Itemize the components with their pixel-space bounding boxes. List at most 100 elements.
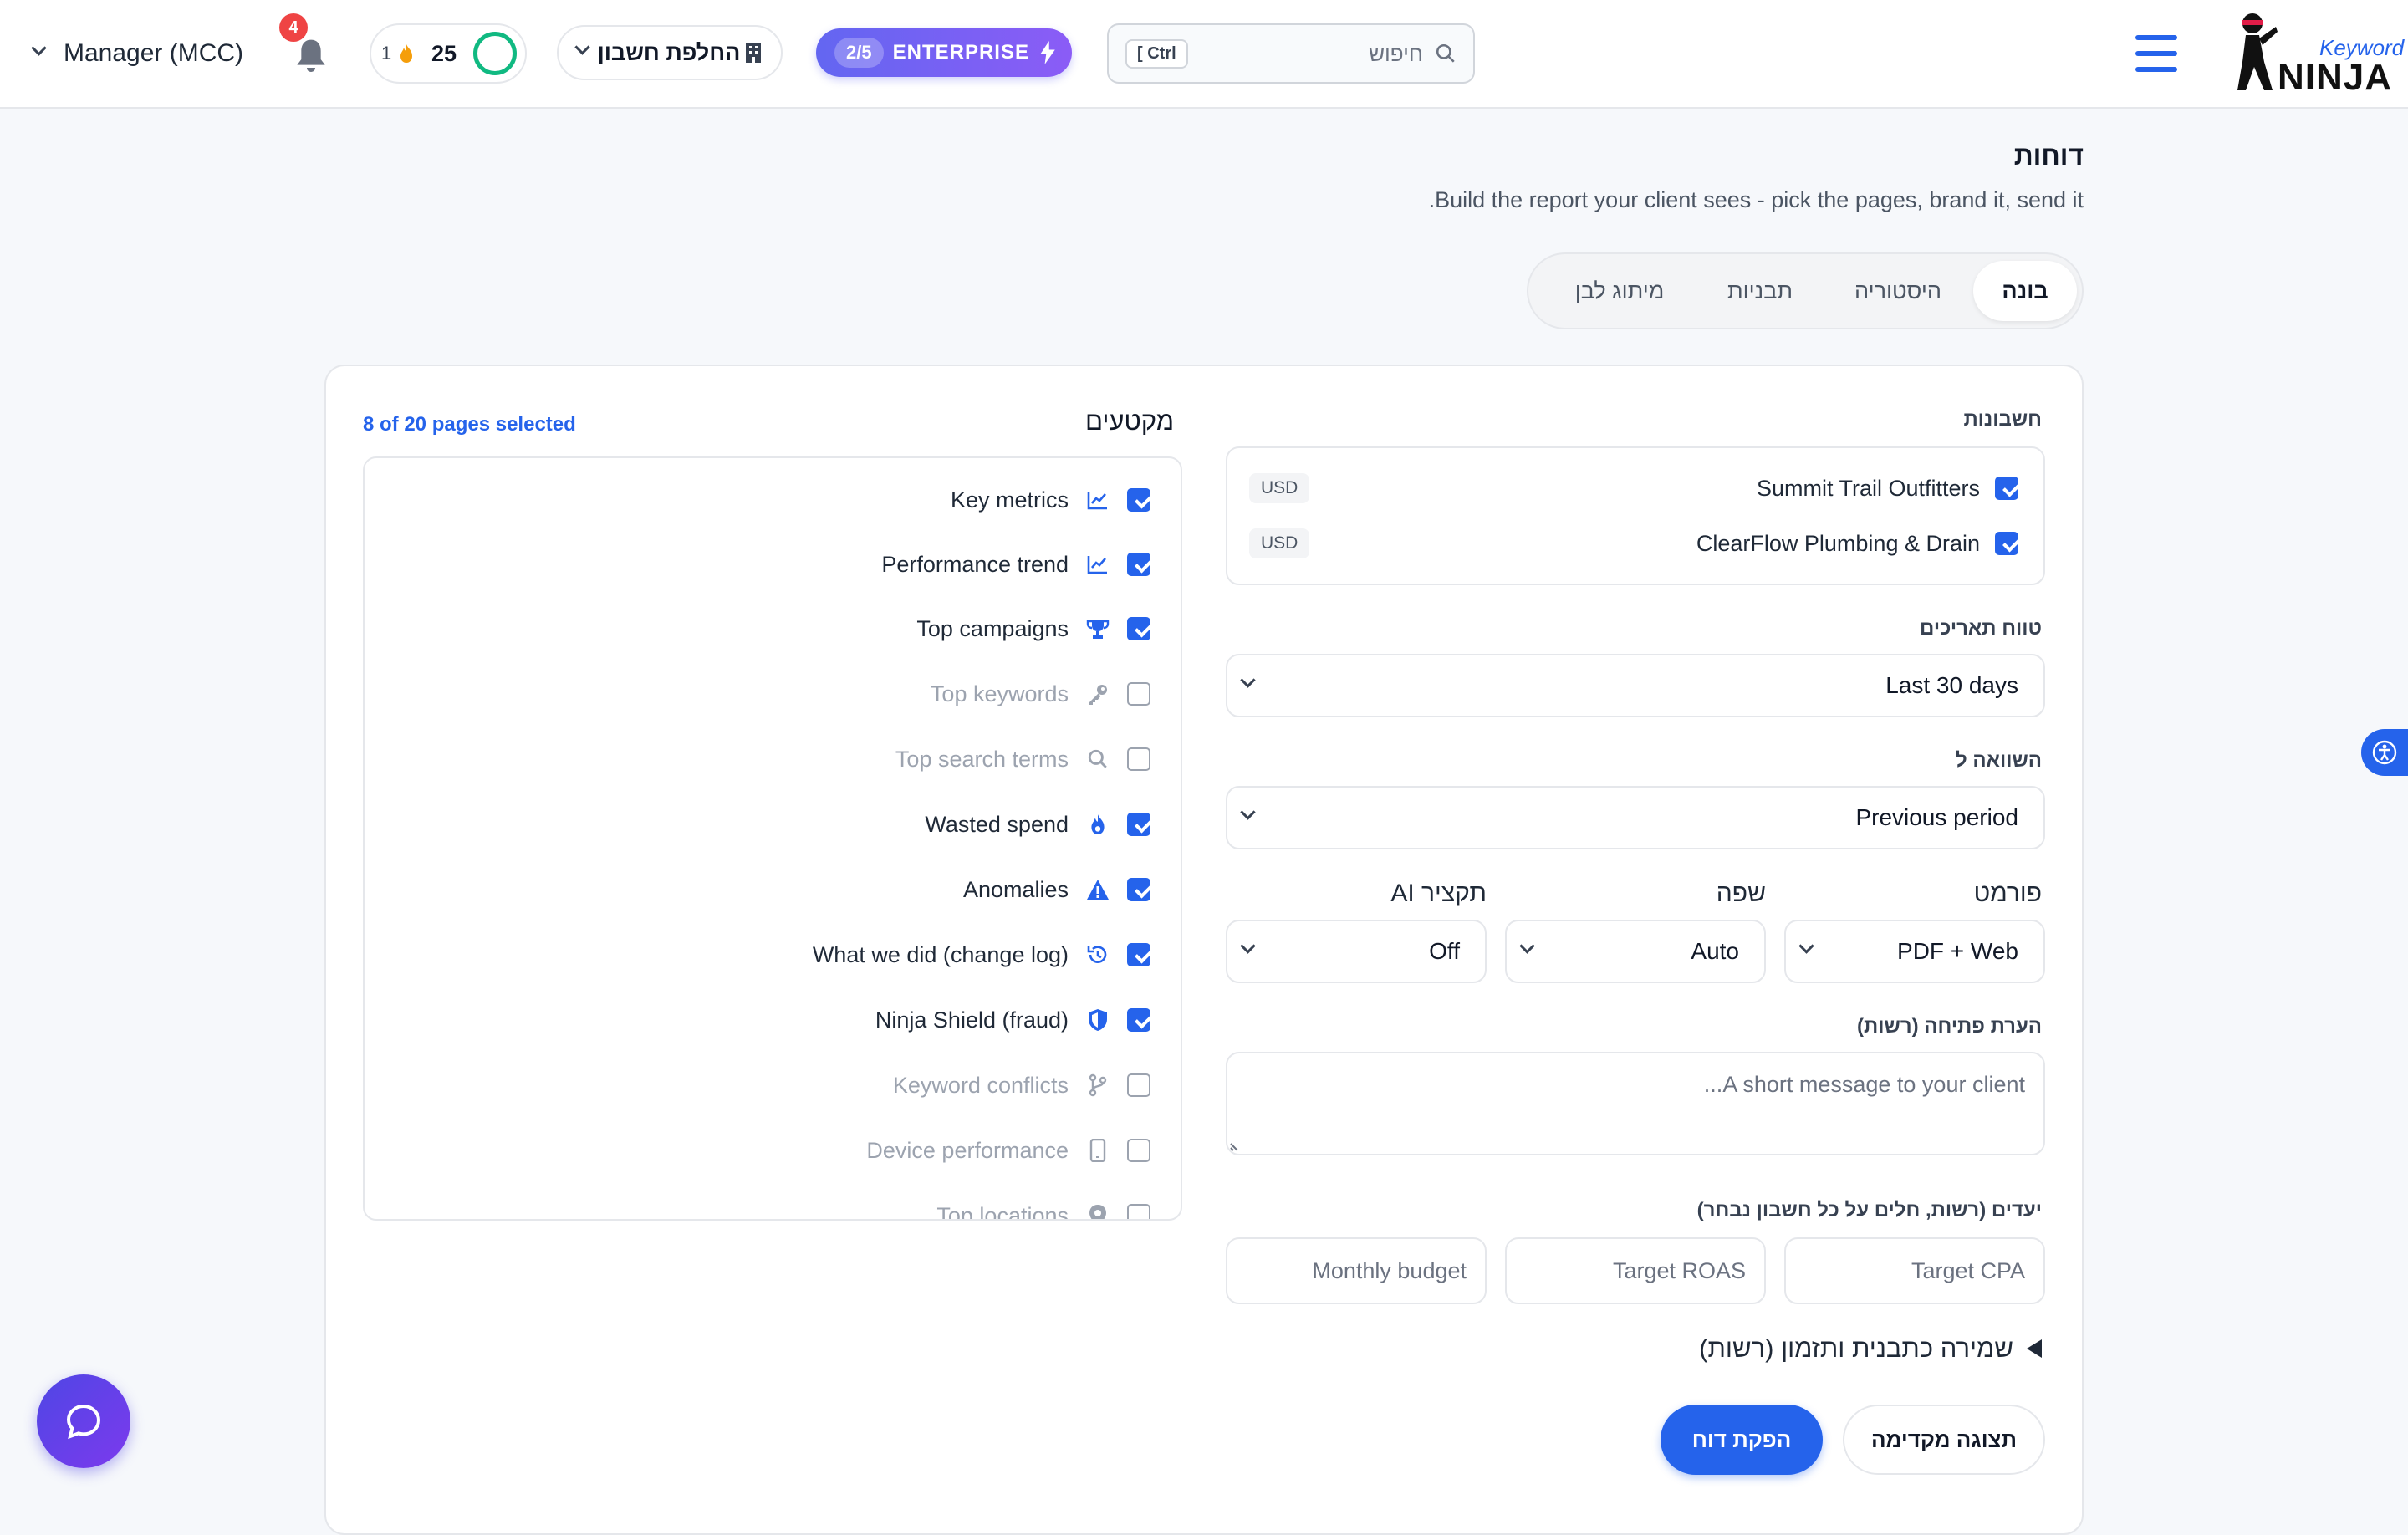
format-select[interactable]: PDF + Web: [1784, 920, 2045, 983]
lightning-icon: [1040, 41, 1055, 64]
sections-count-text: 8 of 20 pages selected: [363, 413, 576, 436]
account-row[interactable]: Summit Trail Outfitters USD: [1249, 472, 2018, 505]
search-box[interactable]: חיפוש Ctrl ]: [1107, 23, 1475, 84]
accounts-label: חשבונות: [1963, 408, 2042, 431]
chevron-down-icon: [33, 48, 45, 59]
account-row[interactable]: ClearFlow Plumbing & Drain USD: [1249, 527, 2018, 560]
switch-account-button[interactable]: החלפת חשבון: [557, 25, 783, 80]
section-checkbox[interactable]: [1127, 1204, 1150, 1219]
section-checkbox[interactable]: [1127, 553, 1150, 576]
section-checkbox[interactable]: [1127, 682, 1150, 706]
save-schedule-toggle[interactable]: שמירה כתבנית ותזמון (רשות): [1699, 1328, 2042, 1369]
tab-label: בונה: [2002, 278, 2048, 303]
compare-select[interactable]: Previous period: [1226, 786, 2045, 849]
tab-label: היסטוריה: [1854, 278, 1941, 303]
section-checkbox[interactable]: [1127, 878, 1150, 901]
intro-note-textarea[interactable]: A short message to your client...: [1226, 1052, 2045, 1155]
section-item[interactable]: What we did (change log): [813, 938, 1150, 971]
section-item[interactable]: Top keywords: [931, 677, 1150, 711]
bell-icon: [297, 39, 325, 72]
logo-ninja: NINJA: [2278, 57, 2393, 98]
currency-badge: USD: [1249, 528, 1310, 558]
language-value: Auto: [1691, 938, 1739, 964]
preview-button[interactable]: תצוגה מקדימה: [1843, 1405, 2045, 1475]
tab-templates[interactable]: תבניות: [1697, 261, 1823, 321]
section-checkbox[interactable]: [1127, 747, 1150, 771]
search-input[interactable]: חיפוש: [1369, 41, 1423, 67]
sections-title: מקטעים: [1084, 406, 1174, 436]
account-name: ClearFlow Plumbing & Drain: [1696, 530, 1980, 556]
accessibility-icon: [2372, 740, 2397, 765]
section-item[interactable]: Keyword conflicts: [893, 1068, 1150, 1102]
chevron-down-icon: [1522, 946, 1533, 957]
date-range-select[interactable]: Last 30 days: [1226, 654, 2045, 717]
section-label: Ninja Shield (fraud): [875, 1007, 1069, 1033]
section-label: Device performance: [866, 1137, 1069, 1163]
plan-count: 2/5: [834, 38, 884, 68]
sections-count: 8 of 20 pages selected: [363, 413, 576, 436]
section-item[interactable]: Top search terms: [895, 742, 1150, 776]
section-item[interactable]: Key metrics: [951, 483, 1150, 517]
chat-button[interactable]: [37, 1374, 130, 1468]
generate-label: הפקת דוח: [1691, 1426, 1792, 1452]
section-label: Top keywords: [930, 681, 1069, 706]
tab-history[interactable]: היסטוריה: [1823, 261, 1973, 321]
intro-note-label: הערת פתיחה (רשות): [1857, 1015, 2042, 1038]
branch-icon: [1085, 1073, 1110, 1098]
tab-builder[interactable]: בונה: [1973, 261, 2077, 321]
account-dropdown[interactable]: Manager (MCC): [33, 32, 259, 75]
section-checkbox[interactable]: [1127, 617, 1150, 640]
ai-summary-label: תקציר AI: [1390, 880, 1487, 907]
language-select[interactable]: Auto: [1505, 920, 1766, 983]
intro-note-placeholder: A short message to your client...: [1703, 1072, 2025, 1097]
resize-handle-icon[interactable]: [1229, 1139, 1242, 1152]
tab-label: תבניות: [1727, 278, 1793, 303]
target-roas-placeholder: Target ROAS: [1612, 1257, 1746, 1283]
building-icon: [745, 43, 761, 63]
account-checkbox[interactable]: [1995, 477, 2018, 500]
notifications-button[interactable]: 4: [279, 13, 329, 74]
section-item[interactable]: Top campaigns: [916, 612, 1150, 645]
logo[interactable]: Keyword NINJA: [2227, 7, 2404, 100]
target-roas-input[interactable]: Target ROAS: [1505, 1237, 1766, 1304]
section-item[interactable]: Wasted spend: [925, 808, 1150, 841]
target-cpa-input[interactable]: Target CPA: [1784, 1237, 2045, 1304]
history-icon: [1085, 942, 1110, 967]
section-checkbox[interactable]: [1127, 1008, 1150, 1032]
chevron-down-icon: [1242, 812, 1254, 824]
section-item[interactable]: Device performance: [866, 1134, 1150, 1167]
tab-white-label[interactable]: מיתוג לבן: [1542, 261, 1697, 321]
section-checkbox[interactable]: [1127, 1139, 1150, 1162]
section-item[interactable]: Ninja Shield (fraud): [875, 1003, 1150, 1037]
account-checkbox[interactable]: [1995, 532, 2018, 555]
top-header: Keyword NINJA חיפוש Ctrl ] 2/5 ENTERPRIS…: [0, 0, 2408, 109]
section-checkbox[interactable]: [1127, 488, 1150, 512]
section-item[interactable]: Top locations: [936, 1199, 1150, 1221]
section-label: Top locations: [936, 1202, 1069, 1221]
plan-badge[interactable]: 2/5 ENTERPRISE: [816, 28, 1072, 77]
language-label: שפה: [1716, 880, 1766, 907]
menu-icon[interactable]: [2135, 33, 2177, 74]
monthly-budget-input[interactable]: Monthly budget: [1226, 1237, 1487, 1304]
key-icon: [1085, 681, 1110, 706]
chart-line-icon: [1085, 552, 1110, 577]
currency-badge: USD: [1249, 473, 1310, 503]
section-item[interactable]: Anomalies: [963, 873, 1150, 906]
preview-label: תצוגה מקדימה: [1870, 1426, 2018, 1452]
section-checkbox[interactable]: [1127, 1073, 1150, 1097]
streak-count: 1: [381, 43, 392, 64]
generate-report-button[interactable]: הפקת דוח: [1661, 1405, 1823, 1475]
ai-summary-select[interactable]: Off: [1226, 920, 1487, 983]
accessibility-button[interactable]: [2361, 729, 2408, 776]
section-label: Key metrics: [950, 487, 1069, 513]
targets-label: יעדים (רשות, חלים על כל חשבון נבחר): [1696, 1199, 2042, 1221]
section-label: Top search terms: [895, 746, 1069, 772]
section-checkbox[interactable]: [1127, 813, 1150, 836]
chat-bubble-icon: [66, 1404, 101, 1440]
search-icon: [1436, 43, 1455, 63]
points-widget[interactable]: 1 25: [370, 23, 527, 84]
section-item[interactable]: Performance trend: [881, 548, 1150, 581]
section-label: Keyword conflicts: [892, 1072, 1069, 1098]
section-checkbox[interactable]: [1127, 943, 1150, 966]
section-label: What we did (change log): [812, 941, 1069, 967]
